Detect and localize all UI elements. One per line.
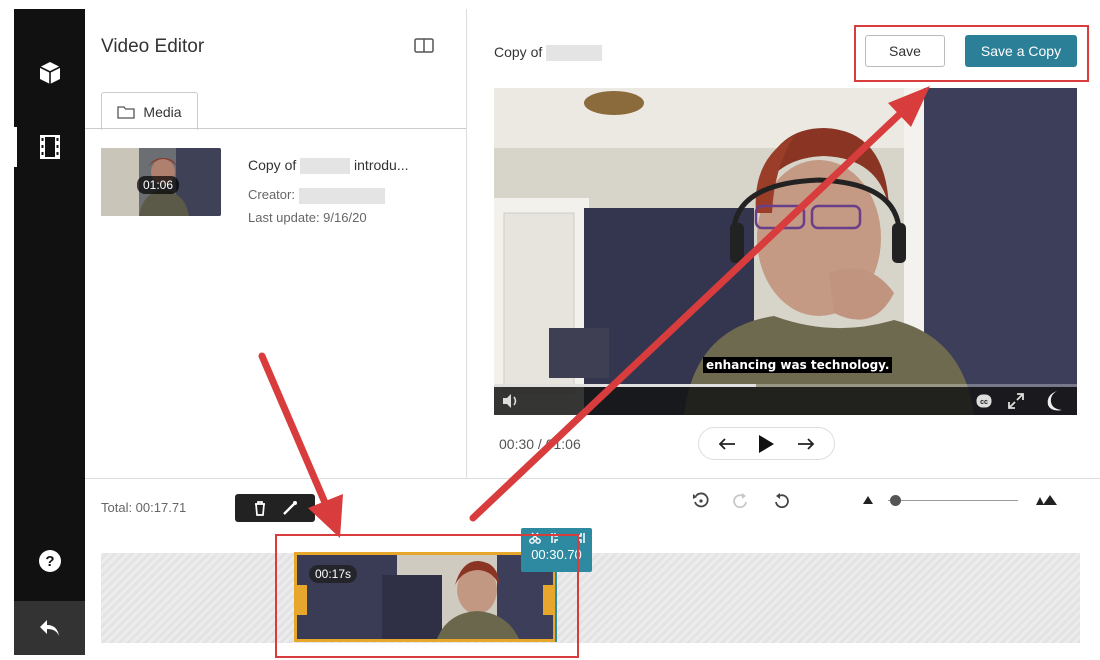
arrow-to-clip — [258, 352, 343, 538]
annotation-arrows — [258, 86, 930, 538]
arrow-to-save-buttons — [469, 86, 930, 522]
